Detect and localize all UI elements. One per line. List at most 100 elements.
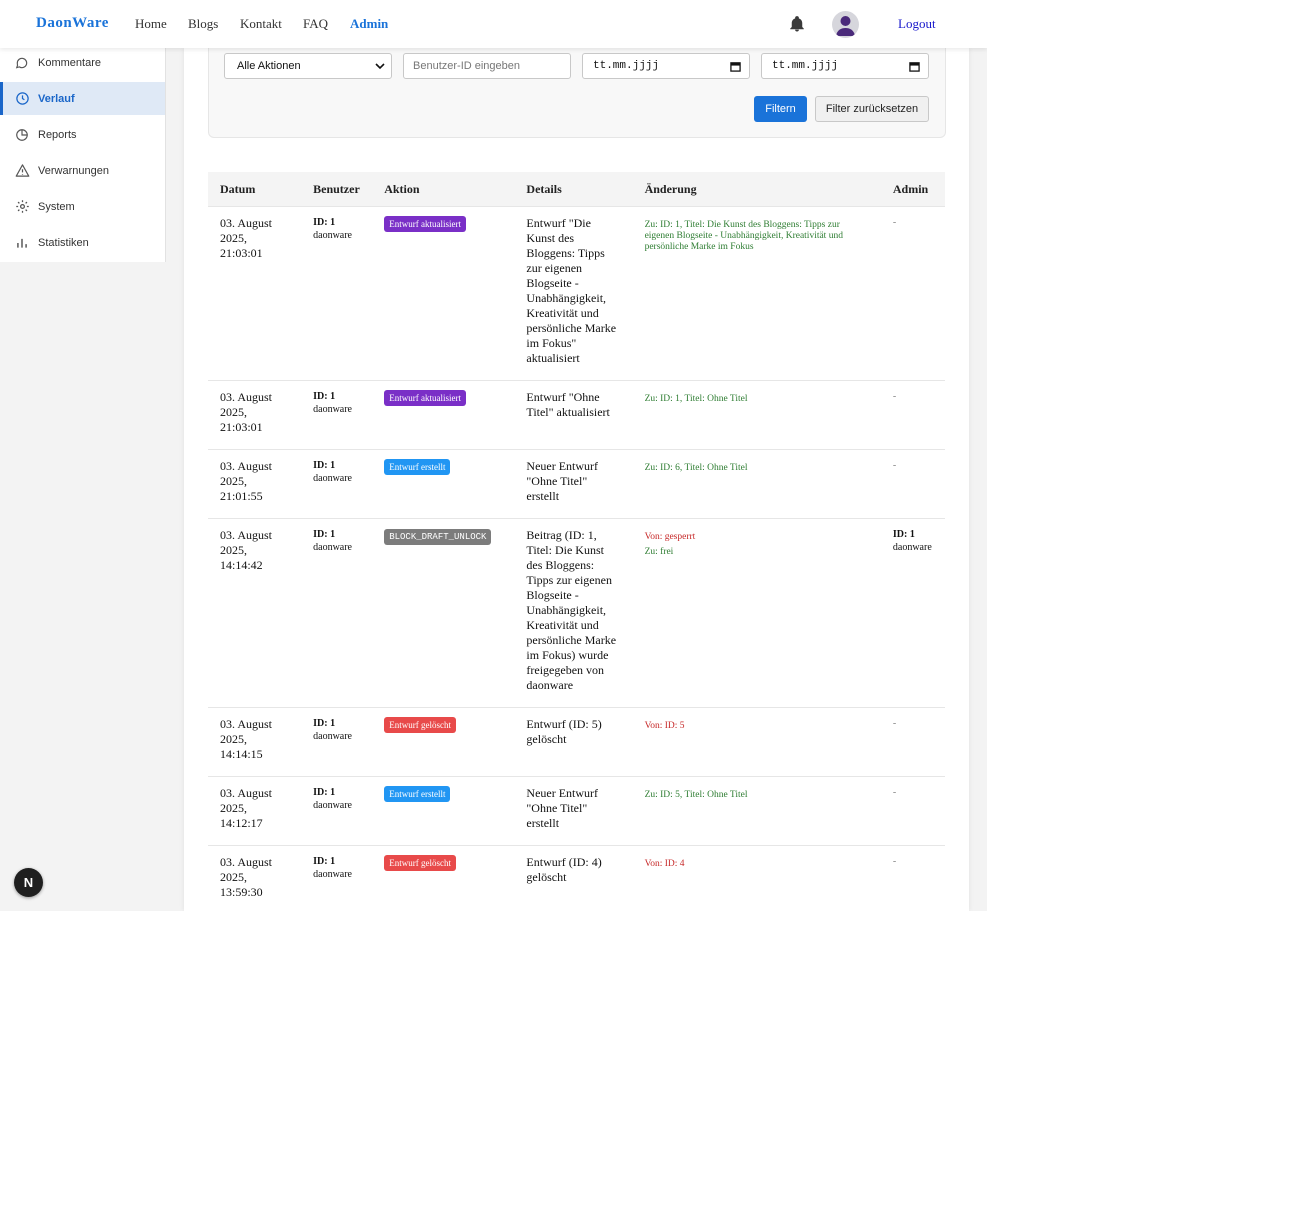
cell-admin: ID: 1 daonware xyxy=(880,518,945,708)
cell-date: 03. August 2025, 14:14:15 xyxy=(208,707,302,777)
change-to-text: Zu: ID: 6, Titel: Ohne Titel xyxy=(644,463,748,473)
avatar[interactable] xyxy=(832,11,859,38)
cell-action: Entwurf erstellt xyxy=(372,776,515,846)
nav-link-faq[interactable]: FAQ xyxy=(303,16,328,32)
action-filter-value: Alle Aktionen xyxy=(237,60,301,72)
nextjs-dev-badge[interactable]: N xyxy=(14,868,43,897)
admin-empty: - xyxy=(892,718,897,729)
admin-empty: - xyxy=(892,217,897,228)
change-from-text: Von: ID: 5 xyxy=(644,721,685,731)
table-header-row: Datum Benutzer Aktion Details Änderung A… xyxy=(208,172,945,207)
logout-link[interactable]: Logout xyxy=(898,16,936,32)
cell-details: Entwurf (ID: 4) gelöscht xyxy=(514,845,633,911)
action-badge: Entwurf aktualisiert xyxy=(384,390,466,406)
reset-filter-button[interactable]: Filter zurücksetzen xyxy=(815,96,929,122)
calendar-icon[interactable] xyxy=(730,61,741,72)
chevron-down-icon xyxy=(375,63,385,70)
calendar-icon[interactable] xyxy=(909,61,920,72)
column-header-details[interactable]: Details xyxy=(514,172,633,207)
cell-admin: - xyxy=(880,845,945,911)
admin-empty: - xyxy=(892,787,897,798)
cell-change: Zu: ID: 5, Titel: Ohne Titel xyxy=(632,776,881,846)
cell-details: Neuer Entwurf "Ohne Titel" erstellt xyxy=(514,776,633,846)
table-row: 03. August 2025, 21:03:01 ID: 1 daonware En… xyxy=(208,206,945,381)
user-avatar-icon xyxy=(836,16,855,36)
cell-action: Entwurf aktualisiert xyxy=(372,206,515,381)
action-badge: Entwurf erstellt xyxy=(384,786,451,802)
change-to-text: Zu: ID: 1, Titel: Ohne Titel xyxy=(644,394,748,404)
history-table: Datum Benutzer Aktion Details Änderung A… xyxy=(208,172,945,911)
date-to-input[interactable]: tt.mm.jjjj xyxy=(761,53,929,79)
cell-admin: - xyxy=(880,206,945,381)
sidebar-item-kommentare[interactable]: Kommentare xyxy=(0,46,165,79)
change-to-text: Zu: ID: 1, Titel: Die Kunst des Bloggens… xyxy=(644,220,843,252)
user-id: ID: 1 xyxy=(313,217,336,228)
user-name: daonware xyxy=(313,404,352,415)
cell-user: ID: 1 daonware xyxy=(301,518,373,708)
sidebar-item-statistiken[interactable]: Statistiken xyxy=(0,226,165,259)
change-from-text: Von: ID: 4 xyxy=(644,859,685,869)
sidebar-item-verlauf[interactable]: Verlauf xyxy=(0,82,165,115)
column-header-admin[interactable]: Admin xyxy=(880,172,945,207)
brand-logo[interactable]: DaonWare xyxy=(36,15,109,32)
user-id-input[interactable]: Benutzer-ID eingeben xyxy=(403,53,571,79)
column-header-aenderung[interactable]: Änderung xyxy=(632,172,881,207)
cell-user: ID: 1 daonware xyxy=(301,449,373,519)
table-row: 03. August 2025, 13:59:30 ID: 1 daonware En… xyxy=(208,845,945,911)
table-row: 03. August 2025, 21:01:55 ID: 1 daonware En… xyxy=(208,449,945,519)
sidebar-item-label: System xyxy=(38,200,75,213)
user-id: ID: 1 xyxy=(313,391,336,402)
filter-button[interactable]: Filtern xyxy=(754,96,807,122)
cell-admin: - xyxy=(880,380,945,450)
cell-action: Entwurf gelöscht xyxy=(372,845,515,911)
cell-user: ID: 1 daonware xyxy=(301,707,373,777)
cell-user: ID: 1 daonware xyxy=(301,845,373,911)
date-from-input[interactable]: tt.mm.jjjj xyxy=(582,53,750,79)
table-row: 03. August 2025, 14:14:15 ID: 1 daonware En… xyxy=(208,707,945,777)
sidebar-item-label: Statistiken xyxy=(38,236,89,249)
action-filter-select[interactable]: Alle Aktionen xyxy=(224,53,392,79)
table-row: 03. August 2025, 14:12:17 ID: 1 daonware En… xyxy=(208,776,945,846)
nav-link-kontakt[interactable]: Kontakt xyxy=(240,16,282,32)
admin-id: ID: 1 xyxy=(892,529,915,540)
change-from-text: Von: gesperrt xyxy=(644,532,696,542)
admin-name: daonware xyxy=(892,542,932,553)
change-to-text: Zu: ID: 5, Titel: Ohne Titel xyxy=(644,790,748,800)
action-badge: BLOCK_DRAFT_UNLOCK xyxy=(384,529,492,545)
cell-admin: - xyxy=(880,449,945,519)
cell-date: 03. August 2025, 21:01:55 xyxy=(208,449,302,519)
cell-action: BLOCK_DRAFT_UNLOCK xyxy=(372,518,515,708)
sidebar-item-label: Verlauf xyxy=(38,92,75,105)
user-id: ID: 1 xyxy=(313,460,336,471)
cell-date: 03. August 2025, 14:14:42 xyxy=(208,518,302,708)
cell-change: Zu: ID: 1, Titel: Ohne Titel xyxy=(632,380,881,450)
sidebar-item-reports[interactable]: Reports xyxy=(0,118,165,151)
sidebar-item-label: Kommentare xyxy=(38,56,101,69)
sidebar-item-system[interactable]: System xyxy=(0,190,165,223)
clock-icon xyxy=(14,91,30,107)
nav-link-admin[interactable]: Admin xyxy=(350,16,388,32)
table-row: 03. August 2025, 21:03:01 ID: 1 daonware En… xyxy=(208,380,945,450)
sidebar-item-verwarnungen[interactable]: Verwarnungen xyxy=(0,154,165,187)
cell-change: Von: gesperrt Zu: frei xyxy=(632,518,881,708)
cell-action: Entwurf erstellt xyxy=(372,449,515,519)
admin-empty: - xyxy=(892,856,897,867)
cell-details: Entwurf "Die Kunst des Bloggens: Tipps z… xyxy=(514,206,633,381)
cell-change: Von: ID: 5 xyxy=(632,707,881,777)
date-to-placeholder: tt.mm.jjjj xyxy=(772,60,839,72)
cell-user: ID: 1 daonware xyxy=(301,776,373,846)
nav-link-blogs[interactable]: Blogs xyxy=(188,16,218,32)
nav-link-home[interactable]: Home xyxy=(135,16,167,32)
cell-change: Zu: ID: 6, Titel: Ohne Titel xyxy=(632,449,881,519)
app-viewport: DaonWare Home Blogs Kontakt FAQ Admin Lo… xyxy=(0,0,987,911)
column-header-benutzer[interactable]: Benutzer xyxy=(301,172,373,207)
cell-action: Entwurf aktualisiert xyxy=(372,380,515,450)
cell-change: Von: ID: 4 xyxy=(632,845,881,911)
bell-icon[interactable] xyxy=(788,15,806,33)
admin-empty: - xyxy=(892,460,897,471)
action-badge: Entwurf gelöscht xyxy=(384,717,456,733)
column-header-aktion[interactable]: Aktion xyxy=(372,172,515,207)
column-header-datum[interactable]: Datum xyxy=(208,172,302,207)
action-badge: Entwurf erstellt xyxy=(384,459,451,475)
top-navigation: DaonWare Home Blogs Kontakt FAQ Admin Lo… xyxy=(0,0,987,48)
